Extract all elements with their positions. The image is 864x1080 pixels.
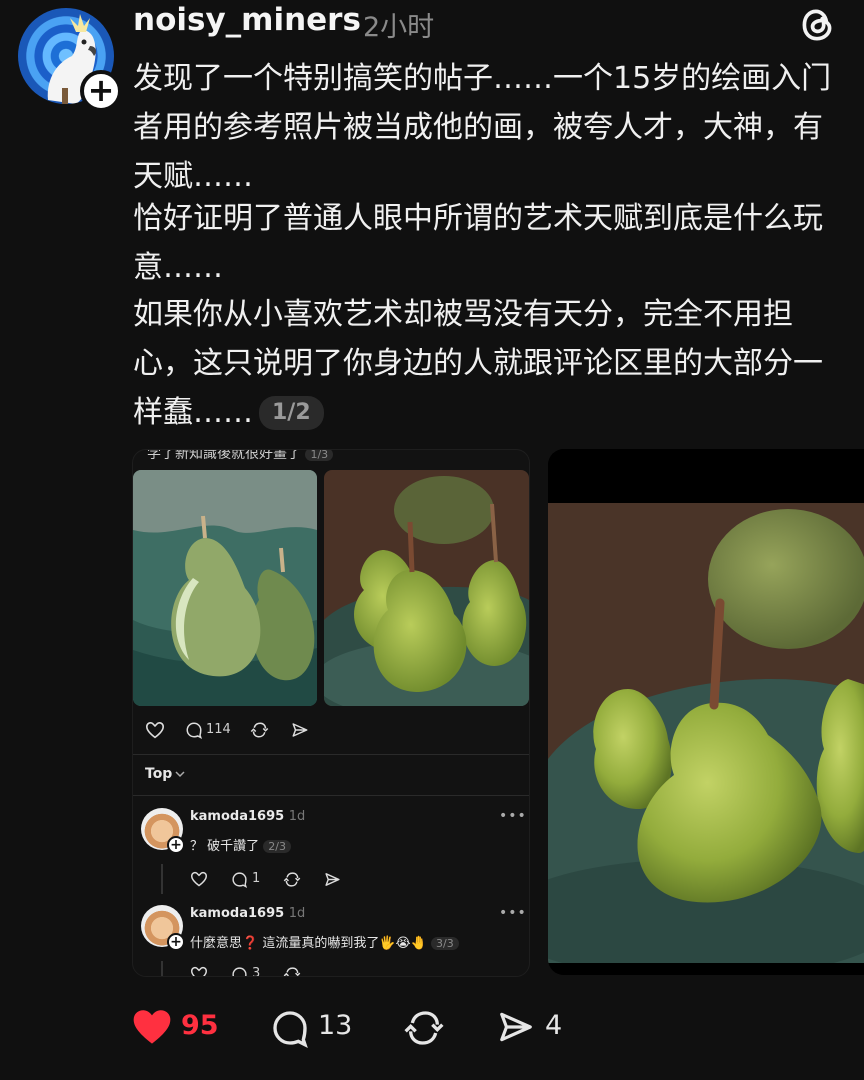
- comment-body: ？ 破千讚了: [190, 839, 260, 854]
- comment-reply-count: 1: [252, 871, 261, 886]
- post-paragraph-3-text: 如果你从小喜欢艺术却被骂没有天分，完全不用担心，这只说明了你身边的人就跟评论区里…: [133, 297, 823, 430]
- comment-text: 什麼意思❓ 這流量真的嚇到我了🖐😭🤚 3/3: [190, 932, 459, 951]
- heart-icon[interactable]: [145, 721, 165, 739]
- comment-username[interactable]: kamoda1695: [190, 906, 284, 921]
- comment-badge: 3/3: [431, 937, 459, 950]
- thread-line: [161, 961, 163, 976]
- post-paragraph-2: 恰好证明了普通人眼中所谓的艺术天赋到底是什么玩意……: [133, 201, 823, 285]
- comment-icon[interactable]: [270, 1008, 310, 1048]
- heart-icon[interactable]: [190, 871, 208, 887]
- like-count: 95: [181, 1010, 219, 1041]
- comment-body: 什麼意思❓ 這流量真的嚇到我了🖐😭🤚: [190, 936, 427, 951]
- chevron-down-icon[interactable]: [175, 770, 185, 778]
- screenshot-reply-count: 114: [206, 722, 231, 737]
- comment-user[interactable]: kamoda1695 1d: [190, 906, 305, 921]
- comment-badge: 2/3: [263, 840, 291, 853]
- heart-icon[interactable]: [190, 966, 208, 977]
- comment-text: ？ 破千讚了 2/3: [190, 835, 291, 854]
- screenshot-top-caption: 学了新知識後就很好畫了: [147, 449, 301, 462]
- comment-follow-plus[interactable]: +: [167, 836, 185, 854]
- screenshot-card[interactable]: 学了新知識後就很好畫了 1/3 114 Top + kamoda1695 1d …: [132, 449, 530, 977]
- thread-line: [161, 864, 163, 894]
- divider: [133, 795, 529, 796]
- comment-icon[interactable]: [185, 721, 203, 739]
- heart-icon[interactable]: [132, 1008, 172, 1046]
- comment-icon[interactable]: [231, 871, 248, 888]
- more-icon[interactable]: •••: [499, 808, 527, 824]
- comment-count: 13: [318, 1010, 353, 1041]
- comment-username[interactable]: kamoda1695: [190, 809, 284, 824]
- repost-icon[interactable]: [404, 1008, 444, 1048]
- screenshot-top-text: 学了新知識後就很好畫了 1/3: [147, 449, 334, 463]
- repost-icon[interactable]: [283, 966, 301, 977]
- screenshot-top-badge: 1/3: [305, 450, 334, 461]
- more-icon[interactable]: •••: [499, 905, 527, 921]
- comment-age: 1d: [288, 906, 306, 921]
- divider: [133, 754, 529, 755]
- username[interactable]: noisy_miners: [133, 2, 361, 38]
- plus-icon: +: [87, 71, 115, 109]
- comment-icon[interactable]: [231, 966, 248, 977]
- pear-photo-image[interactable]: [324, 470, 529, 706]
- post-time: 2小时: [363, 12, 435, 43]
- threads-logo-icon[interactable]: [796, 4, 838, 46]
- comment-reply-count: 3: [252, 966, 261, 977]
- comment-follow-plus[interactable]: +: [167, 933, 185, 951]
- share-count: 4: [545, 1010, 563, 1041]
- post-paragraph-3: 如果你从小喜欢艺术却被骂没有天分，完全不用担心，这只说明了你身边的人就跟评论区里…: [133, 290, 833, 437]
- follow-plus-button[interactable]: +: [80, 70, 122, 112]
- repost-icon[interactable]: [250, 721, 269, 739]
- sort-label[interactable]: Top: [145, 766, 172, 782]
- comment-age: 1d: [288, 809, 306, 824]
- post-paragraph-1: 发现了一个特别搞笑的帖子……一个15岁的绘画入门者用的参考照片被当成他的画，被夸…: [133, 61, 832, 194]
- share-icon[interactable]: [291, 721, 309, 739]
- page-badge: 1/2: [259, 396, 324, 430]
- pear-closeup-image[interactable]: [548, 449, 864, 975]
- share-icon[interactable]: [497, 1008, 535, 1046]
- comment-user[interactable]: kamoda1695 1d: [190, 809, 305, 824]
- pear-drawing-image[interactable]: [133, 470, 317, 706]
- repost-icon[interactable]: [283, 871, 301, 888]
- share-icon[interactable]: [324, 871, 341, 888]
